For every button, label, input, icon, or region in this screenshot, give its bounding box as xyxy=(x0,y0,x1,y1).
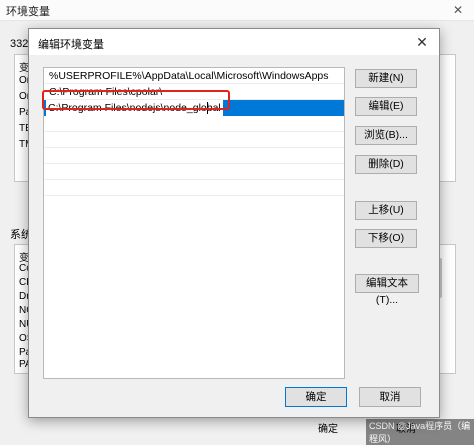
empty-row xyxy=(44,148,344,164)
dialog-title-bar: 编辑环境变量 ✕ xyxy=(29,29,439,55)
close-icon[interactable]: ✕ xyxy=(413,33,431,51)
edit-env-variable-dialog: 编辑环境变量 ✕ %USERPROFILE%\AppData\Local\Mic… xyxy=(28,28,440,418)
bg-title-bar: 环境变量 ✕ xyxy=(0,0,474,21)
move-down-button[interactable]: 下移(O) xyxy=(355,229,417,248)
path-item[interactable]: %USERPROFILE%\AppData\Local\Microsoft\Wi… xyxy=(44,68,344,84)
cancel-button[interactable]: 取消 xyxy=(359,387,421,407)
empty-row xyxy=(44,116,344,132)
bg-close-icon[interactable]: ✕ xyxy=(450,2,466,18)
edit-button[interactable]: 编辑(E) xyxy=(355,97,417,116)
annotation-highlight-box xyxy=(42,90,230,110)
watermark: CSDN @Java程序员（编程风） xyxy=(366,419,474,445)
new-button[interactable]: 新建(N) xyxy=(355,69,417,88)
empty-row xyxy=(44,180,344,196)
empty-row xyxy=(44,132,344,148)
move-up-button[interactable]: 上移(U) xyxy=(355,201,417,220)
edit-text-button[interactable]: 编辑文本(T)... xyxy=(355,274,419,306)
empty-row xyxy=(44,164,344,180)
browse-button[interactable]: 浏览(B)... xyxy=(355,126,417,145)
path-list[interactable]: %USERPROFILE%\AppData\Local\Microsoft\Wi… xyxy=(43,67,345,379)
ok-button[interactable]: 确定 xyxy=(285,387,347,407)
bg-window-title: 环境变量 xyxy=(6,6,50,18)
dialog-title: 编辑环境变量 xyxy=(38,39,104,51)
bg-ok-button[interactable]: 确定 xyxy=(318,420,358,435)
delete-button[interactable]: 删除(D) xyxy=(355,155,417,174)
